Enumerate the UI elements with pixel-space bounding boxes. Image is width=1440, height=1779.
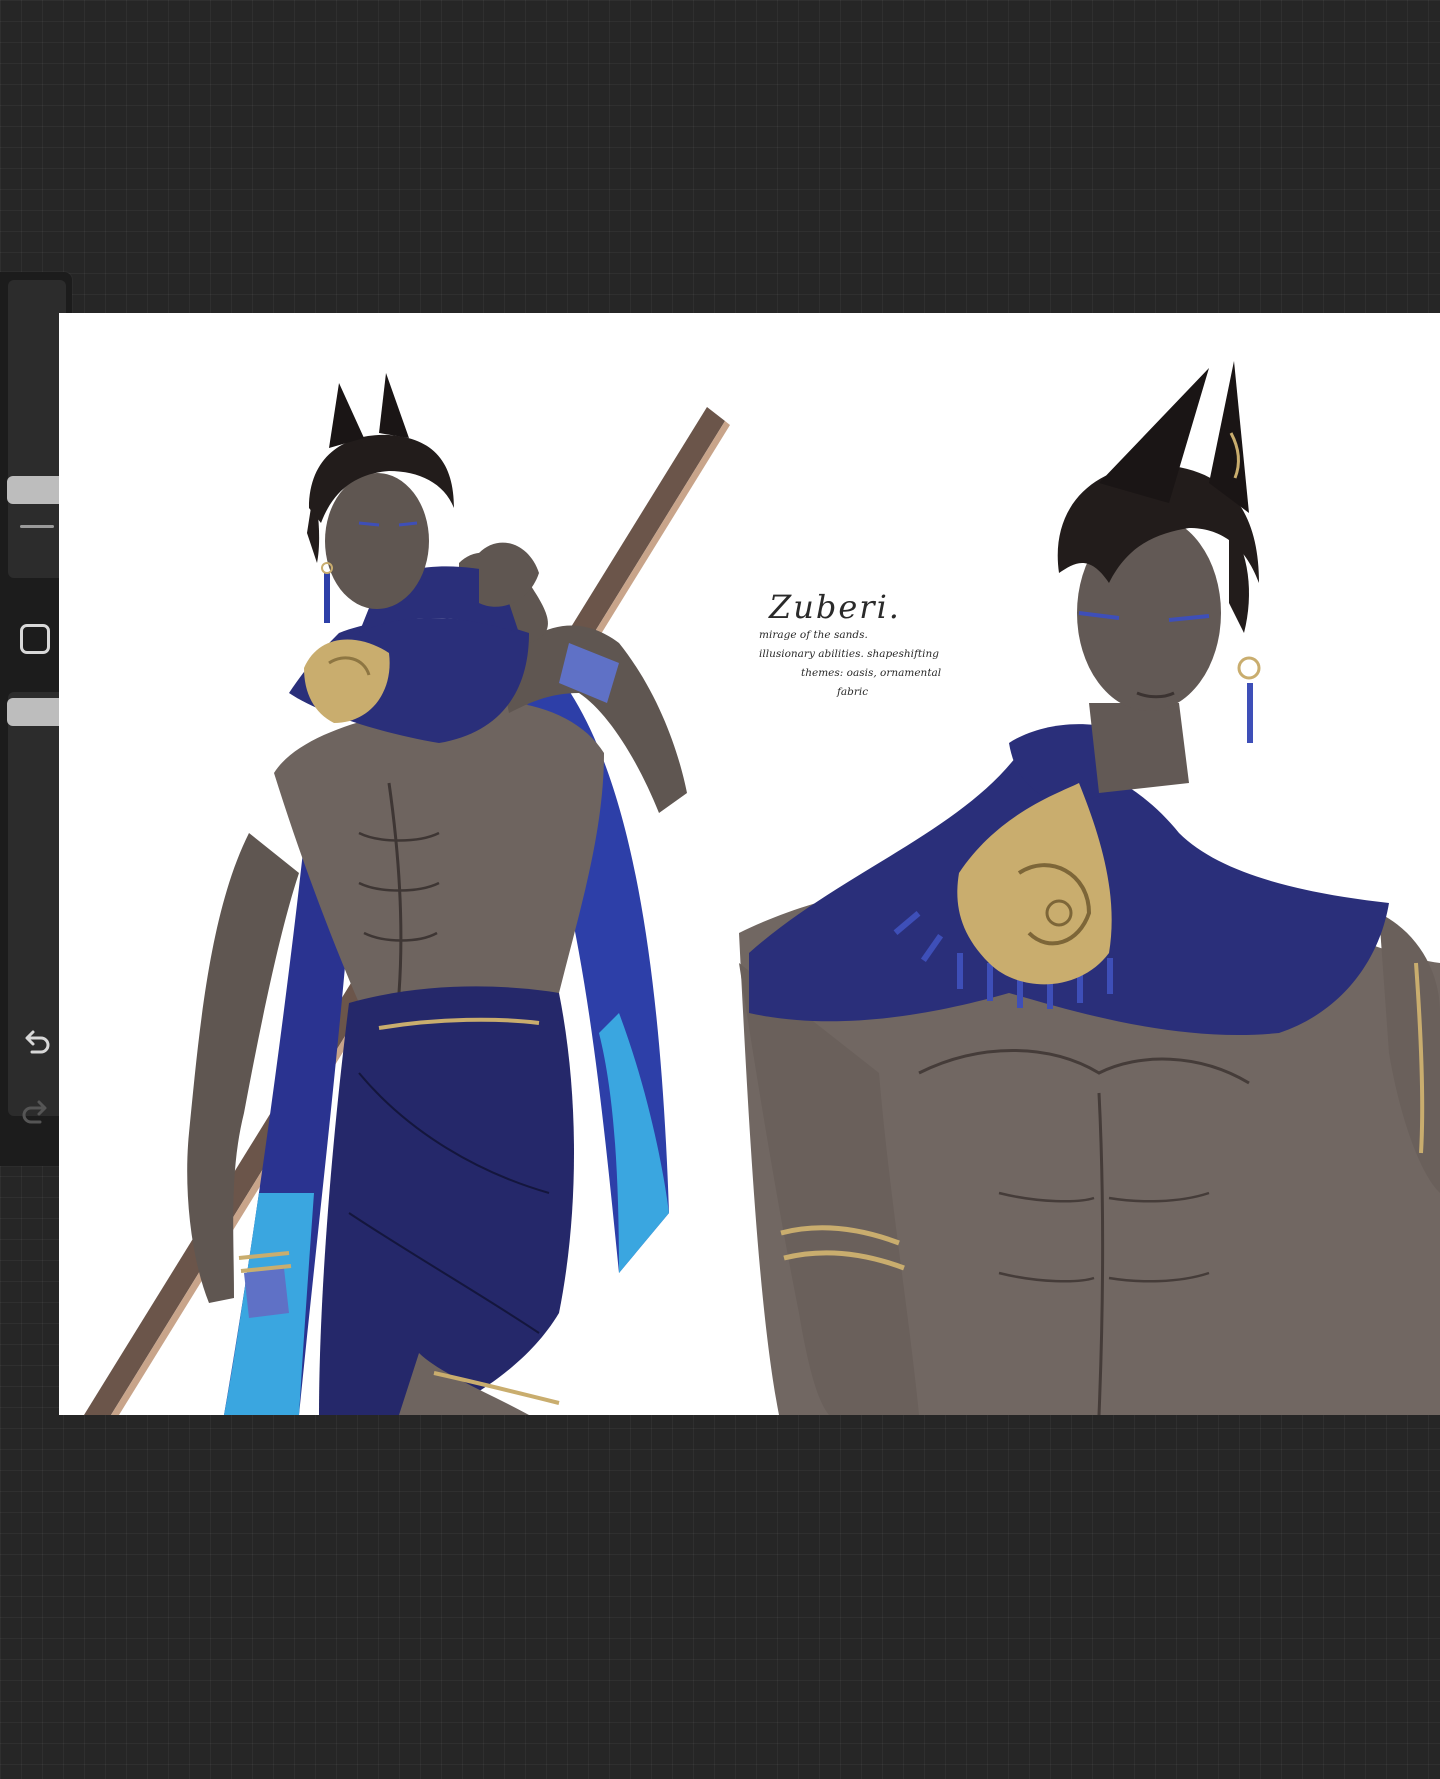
- note-line: fabric: [837, 686, 869, 698]
- drawing-canvas[interactable]: Zuberi. mirage of the sands. illusionary…: [59, 313, 1440, 1415]
- character-artwork: [84, 361, 1440, 1415]
- slider-tick: [20, 525, 54, 528]
- character-name: Zuberi.: [769, 588, 901, 626]
- modify-square-icon[interactable]: [20, 624, 50, 654]
- undo-icon[interactable]: [18, 1024, 54, 1060]
- full-body-figure: [187, 373, 687, 1415]
- character-notes: Zuberi. mirage of the sands. illusionary…: [759, 588, 1049, 702]
- note-line: themes: oasis, ornamental: [801, 667, 942, 679]
- brush-size-slider[interactable]: [7, 280, 67, 578]
- redo-icon[interactable]: [18, 1094, 54, 1130]
- note-line: illusionary abilities. shapeshifting: [759, 648, 939, 660]
- bust-figure: [739, 361, 1440, 1415]
- opacity-thumb[interactable]: [7, 698, 67, 726]
- note-line: mirage of the sands.: [759, 629, 868, 641]
- brush-size-thumb[interactable]: [7, 476, 67, 504]
